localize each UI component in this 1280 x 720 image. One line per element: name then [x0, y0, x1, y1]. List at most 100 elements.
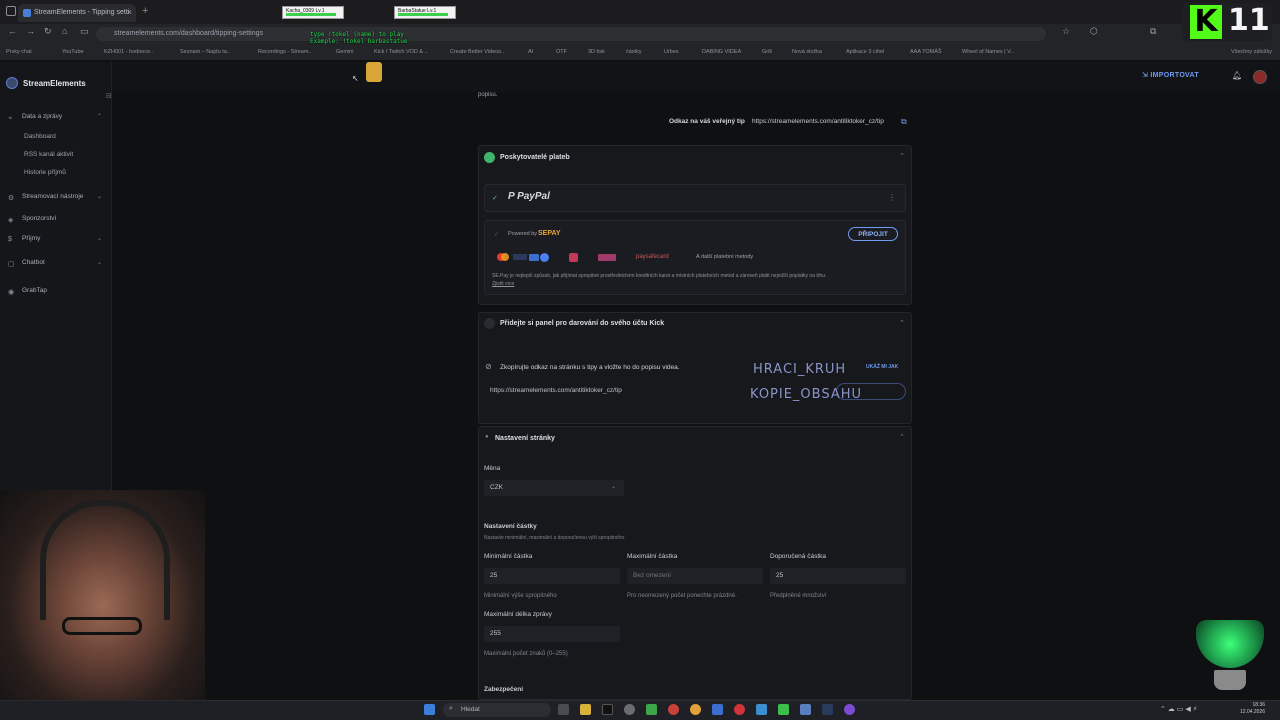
cmd-line: type !tokel (name) to play [310, 31, 404, 38]
sidebar-group-data[interactable]: ⌁ Data a zprávy ⌃ [0, 113, 112, 127]
taskbar-clock[interactable]: 18:36 12.04.2026 [1240, 702, 1265, 716]
recommended-amount-hint: Předplněné množství [770, 593, 827, 599]
money-icon: $ [8, 236, 12, 243]
bookmark-item[interactable]: Seznam – Najdu ta.. [180, 49, 230, 55]
bookmark-item[interactable]: Prvky chat [6, 49, 32, 55]
chevron-up-icon[interactable]: ⌃ [899, 433, 905, 441]
bookmark-item[interactable]: Recordings - Stream.. [258, 49, 312, 55]
cursor-icon: ↖ [352, 74, 359, 83]
bookmark-item[interactable]: YouTube [62, 49, 84, 55]
max-amount-placeholder: Bez omezení [633, 572, 671, 579]
sidebar-item-sponsorships[interactable]: ◈ Sponzorství [0, 215, 112, 229]
chevron-up-icon[interactable]: ⌃ [899, 319, 905, 327]
url-field[interactable]: streamelements.com/dashboard/tipping-set… [96, 27, 1046, 41]
steam-icon[interactable] [822, 704, 833, 715]
sidebar-item-chatbot[interactable]: ▢ Chatbot ⌄ [0, 259, 112, 273]
min-amount-input[interactable]: 25 [484, 568, 620, 584]
tiktok-icon[interactable] [602, 704, 613, 715]
bookmark-item[interactable]: Grill [762, 49, 772, 55]
stream-overlay-text: HRACI_KRUH [753, 362, 847, 377]
all-bookmarks[interactable]: Všechny záložky [1231, 49, 1272, 55]
chevron-down-icon: ⌄ [96, 194, 102, 200]
bookmark-item[interactable]: Aplikace 3 cihel [846, 49, 884, 55]
bookmark-item[interactable]: AI [528, 49, 533, 55]
home-icon[interactable]: ⌂ [62, 26, 67, 36]
check-circle-icon [484, 152, 495, 163]
show-me-link[interactable]: UKÁŽ MI JAK [866, 364, 898, 370]
streamelements-favicon-icon [23, 9, 31, 17]
bookmark-item[interactable]: Urbex [664, 49, 679, 55]
reload-icon[interactable]: ↻ [44, 26, 52, 37]
message-length-input[interactable]: 255 [484, 626, 620, 642]
windows-start-icon[interactable] [424, 704, 435, 715]
settings-dot-icon: ● [485, 434, 489, 440]
bookmark-item[interactable]: KZH001 - hodnoce.. [104, 49, 153, 55]
close-tab-icon[interactable]: × [127, 7, 132, 17]
collapse-sidebar-icon[interactable]: ⊟ [106, 92, 112, 100]
message-length-hint: Maximální počet znaků (0–255) [484, 651, 568, 657]
min-amount-value: 25 [490, 572, 498, 579]
learn-more-link[interactable]: Zjistit více [492, 281, 514, 287]
chart-icon: ⌁ [8, 115, 13, 122]
copy-icon[interactable]: ⧉ [901, 117, 907, 127]
sidebar-item-revenue[interactable]: $ Příjmy ⌄ [0, 235, 112, 249]
app-icon[interactable] [756, 704, 767, 715]
bookmark-item[interactable]: Kick / Twitch VOD & .. [374, 49, 428, 55]
app-icon[interactable] [844, 704, 855, 715]
chrome-icon[interactable] [690, 704, 701, 715]
app-icon[interactable] [712, 704, 723, 715]
bell-icon[interactable]: 🔔︎ [1232, 71, 1242, 80]
currency-select[interactable]: CZK ⌄ [484, 480, 624, 496]
new-tab-icon[interactable]: + [142, 5, 148, 17]
recommended-amount-input[interactable]: 25 [770, 568, 906, 584]
bookmark-item[interactable]: Nová složka [792, 49, 822, 55]
import-button[interactable]: ⇲ IMPORTOVAT [1142, 71, 1199, 79]
browser-tab[interactable]: StreamElements - Tipping setti × [18, 4, 136, 22]
viewer-badge-bar [398, 13, 448, 16]
sidebar-item-dashboard[interactable]: Dashboard [24, 133, 56, 140]
tray-icons[interactable]: ⌃ ☁ ▭ ◀ ⚡ [1160, 705, 1198, 713]
public-link-url[interactable]: https://streamelements.com/antitiktoker_… [752, 118, 884, 125]
sidebar-item-revenue-history[interactable]: Historie příjmů [24, 169, 66, 176]
step-circle-icon [484, 318, 495, 329]
xbox-icon[interactable] [646, 704, 657, 715]
bookmark-item[interactable]: 3D tisk [588, 49, 605, 55]
bookmark-item[interactable]: Create Better Videos.. [450, 49, 504, 55]
file-explorer-icon[interactable] [580, 704, 591, 715]
bookmark-item[interactable]: Gemini [336, 49, 353, 55]
amount-section-title: Nastavení částky [484, 523, 537, 530]
taskbar-search[interactable]: ⌕ Hledat [443, 703, 551, 717]
sidebar-item-streaming-tools[interactable]: ⚙ Streamovací nástroje ⌄ [0, 193, 112, 207]
opera-icon[interactable] [734, 704, 745, 715]
bookmark-item[interactable]: částky [626, 49, 642, 55]
extensions-menu-icon[interactable]: ⧉ [1150, 26, 1156, 37]
public-link-label: Odkaz na váš veřejný tip [669, 118, 745, 125]
bookmark-item[interactable]: OTF [556, 49, 567, 55]
sidebar-item-activity-feed[interactable]: RSS kanál aktivit [24, 151, 73, 158]
max-amount-input[interactable]: Bez omezení [627, 568, 763, 584]
settings-icon[interactable] [624, 704, 635, 715]
kick-link-field[interactable]: https://streamelements.com/antitiktoker_… [484, 383, 748, 399]
sidebar-toggle-icon[interactable]: ▭ [80, 26, 89, 37]
sidebar-item-grabtap[interactable]: ◉ GrabTap [0, 287, 112, 301]
connect-button[interactable]: PŘIPOJIT [848, 227, 898, 241]
chevron-up-icon[interactable]: ⌃ [899, 152, 905, 160]
task-view-icon[interactable] [558, 704, 569, 715]
bookmark-item[interactable]: AAA TOMÁŠ [910, 49, 942, 55]
star-icon[interactable]: ☆ [1062, 26, 1070, 37]
sidebar-group-label: Data a zprávy [22, 113, 63, 120]
app-icon[interactable] [668, 704, 679, 715]
bookmark-item[interactable]: DABING VIDEA [702, 49, 741, 55]
forward-icon[interactable]: → [26, 26, 35, 36]
currency-value: CZK [490, 484, 503, 491]
trophy-icon [1196, 620, 1264, 668]
tools-icon: ⚙ [8, 195, 15, 202]
avatar[interactable] [1253, 70, 1267, 84]
back-icon[interactable]: ← [8, 26, 17, 36]
more-options-icon[interactable]: ⋮ [888, 193, 896, 202]
extension-icon[interactable]: ⬡ [1090, 26, 1098, 37]
bookmark-item[interactable]: Wheel of Names | V... [962, 49, 1015, 55]
window-menu-icon[interactable] [6, 6, 16, 16]
app-icon[interactable] [800, 704, 811, 715]
app-icon[interactable] [778, 704, 789, 715]
